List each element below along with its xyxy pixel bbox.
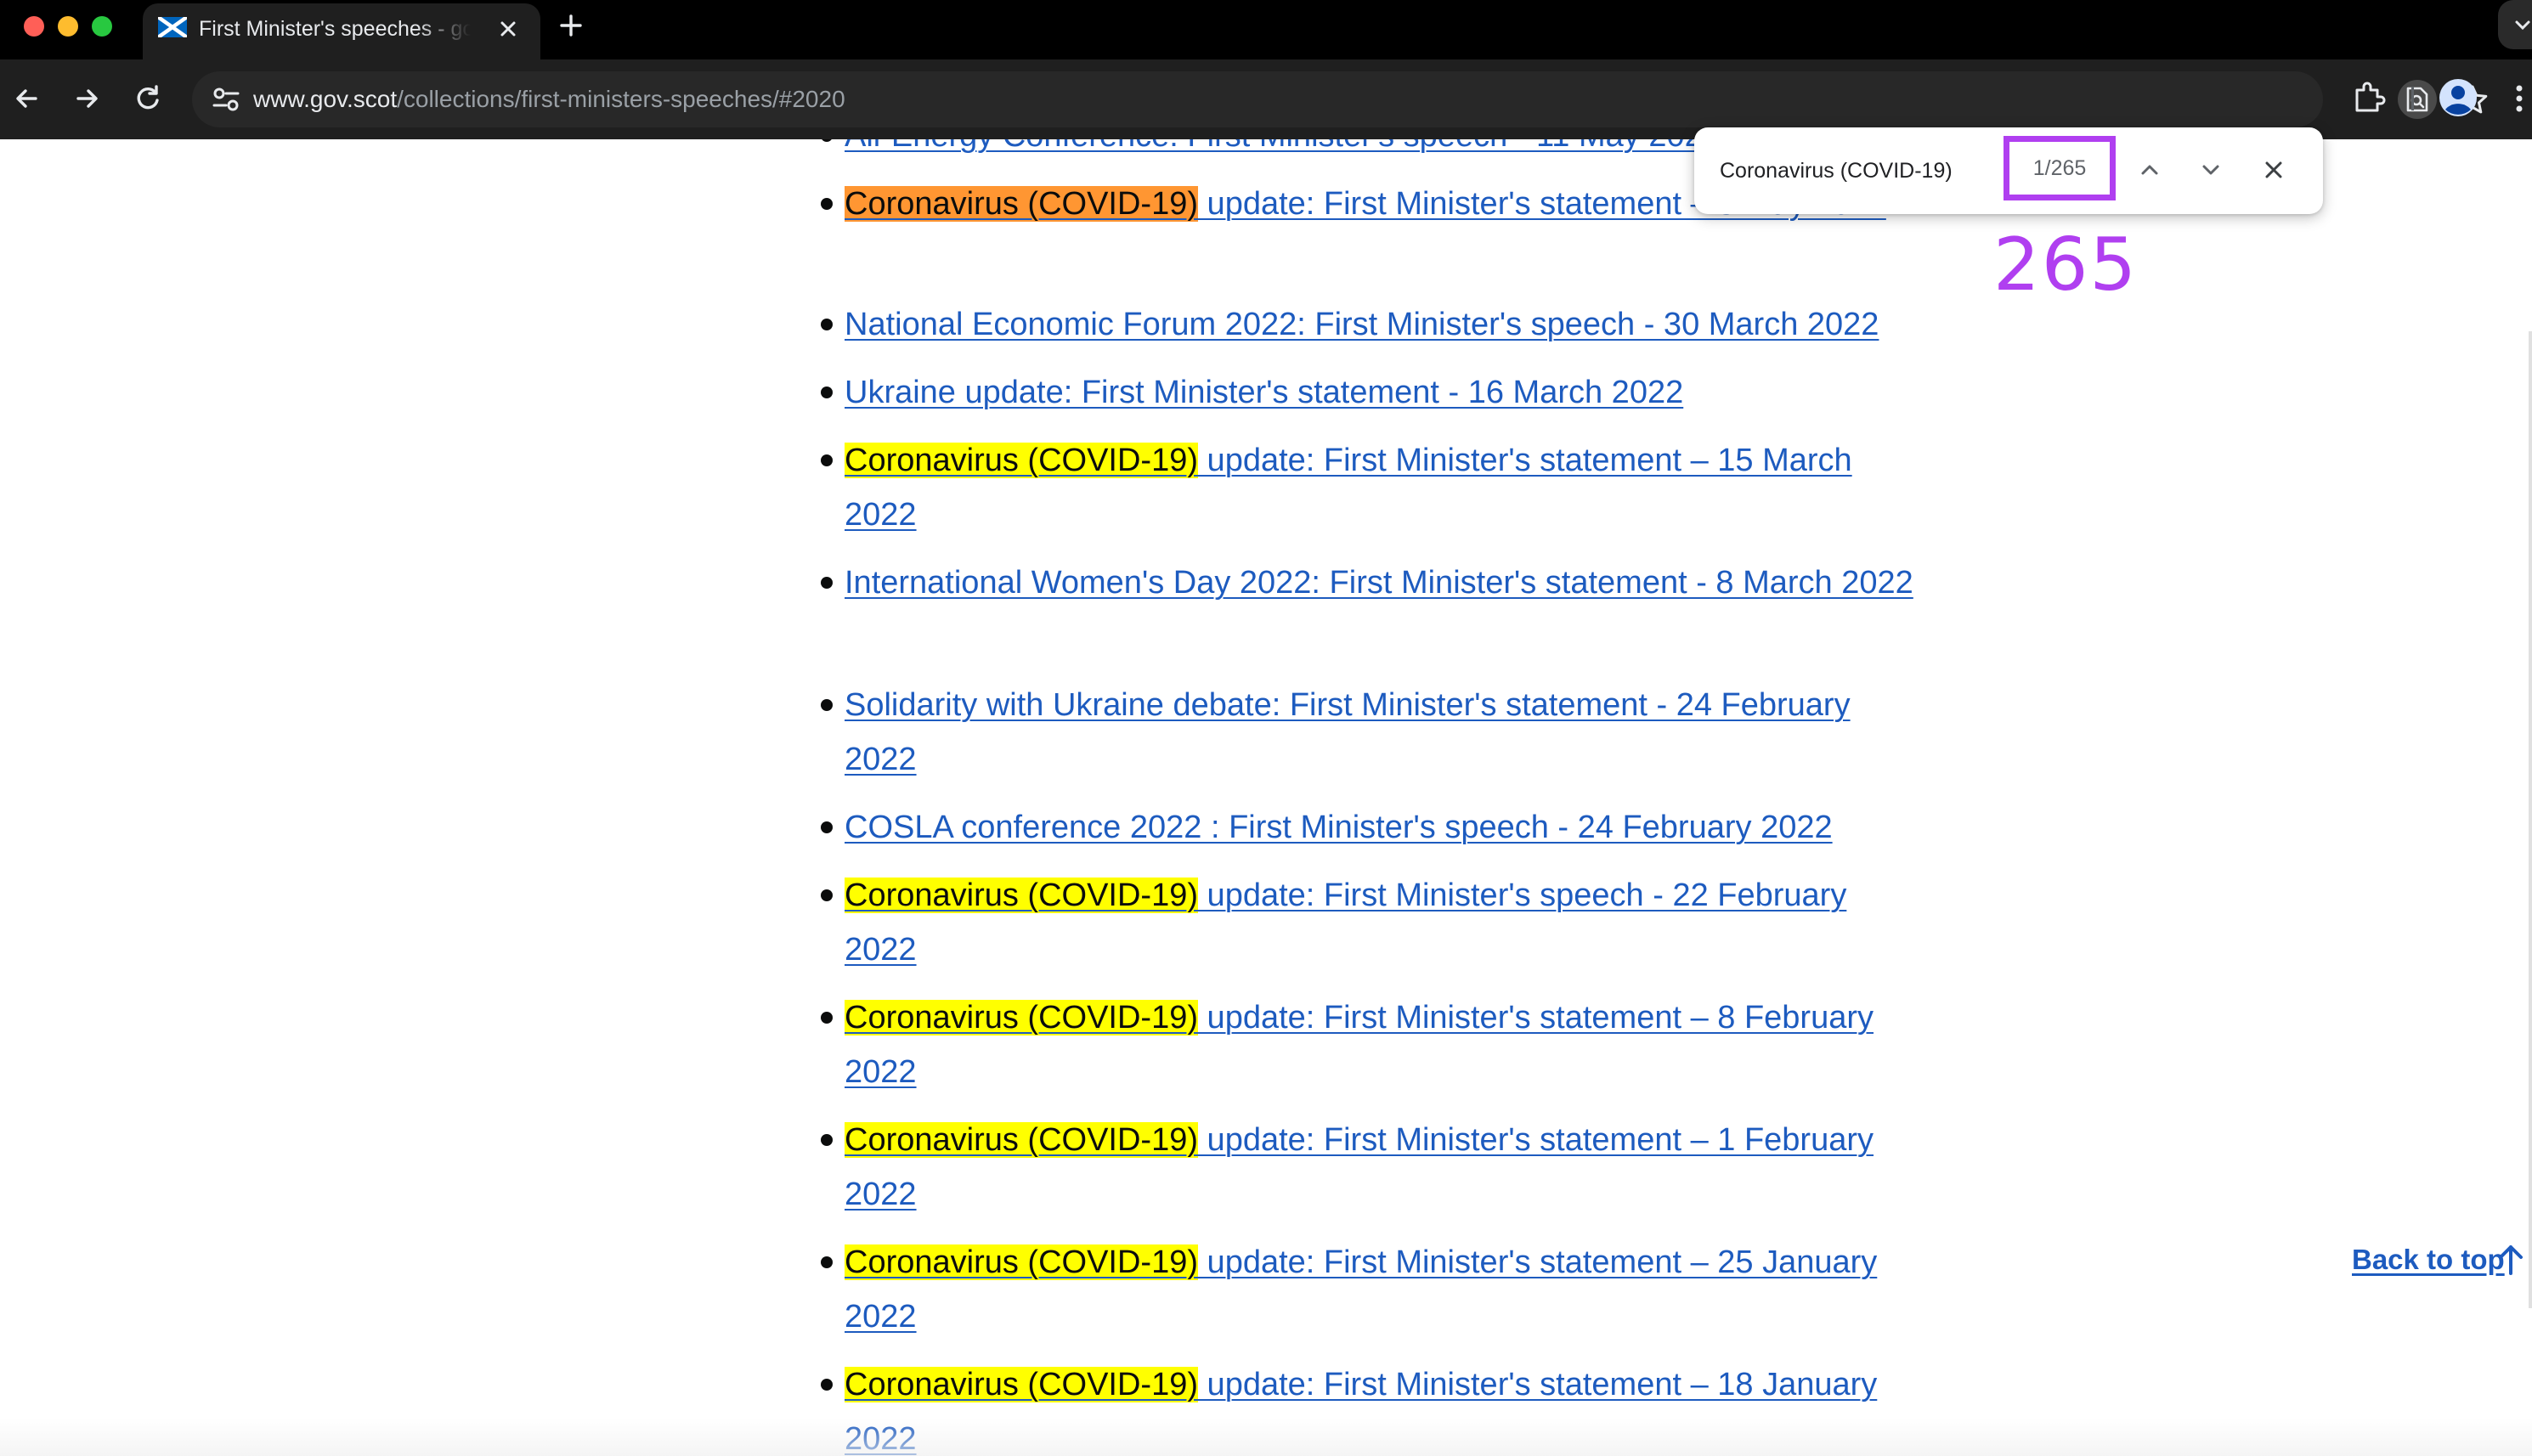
url-host: www.gov.scot: [253, 86, 398, 112]
speech-link[interactable]: International Women's Day 2022: First Mi…: [845, 565, 1913, 601]
web-page-content: All-Energy Conference: First Minister's …: [0, 139, 2532, 1456]
list-bullet: [821, 699, 833, 711]
speech-link[interactable]: National Economic Forum 2022: First Mini…: [845, 307, 1879, 342]
window-minimize-button[interactable]: [58, 16, 78, 37]
list-bullet: [821, 387, 833, 398]
list-bullet: [821, 454, 833, 466]
extensions-icon[interactable]: [2350, 78, 2388, 116]
speech-link[interactable]: Coronavirus (COVID-19) update: First Min…: [845, 878, 1846, 968]
find-match-count-annotation-box: 1/265: [2004, 136, 2116, 200]
speech-link[interactable]: Coronavirus (COVID-19) update: First Min…: [845, 1244, 1877, 1335]
list-bullet: [821, 1012, 833, 1024]
new-tab-icon[interactable]: [556, 10, 586, 41]
browser-tab-active[interactable]: First Minister's speeches - gov.scot: [143, 3, 540, 59]
toolbar-divider: [2411, 87, 2414, 110]
list-item: Coronavirus (COVID-19) update: First Min…: [821, 433, 1924, 542]
speech-link[interactable]: Ukraine update: First Minister's stateme…: [845, 375, 1683, 410]
back-icon[interactable]: [8, 80, 46, 117]
list-item: COSLA conference 2022 : First Minister's…: [821, 800, 1924, 855]
list-item: Coronavirus (COVID-19) update: First Min…: [821, 990, 1924, 1099]
list-bullet: [821, 198, 833, 210]
site-info-icon[interactable]: [211, 86, 241, 113]
tab-search-button[interactable]: [2498, 0, 2532, 49]
list-bullet: [821, 889, 833, 901]
list-bullet: [821, 1134, 833, 1146]
find-in-page-button[interactable]: [2398, 80, 2437, 119]
chevron-down-icon[interactable]: [2196, 155, 2226, 185]
more-menu-icon[interactable]: [2507, 80, 2532, 117]
list-bullet: [821, 1256, 833, 1268]
address-url: www.gov.scot/collections/first-ministers…: [253, 84, 845, 115]
list-bullet: [821, 139, 833, 142]
list-bullet: [821, 319, 833, 330]
list-item: National Economic Forum 2022: First Mini…: [821, 297, 1924, 352]
bottom-fade: [0, 1418, 2532, 1456]
scrollbar-track[interactable]: [2529, 331, 2532, 1308]
list-item: International Women's Day 2022: First Mi…: [821, 556, 1924, 610]
address-bar[interactable]: www.gov.scot/collections/first-ministers…: [192, 71, 2488, 127]
speech-link-text: Solidarity with Ukraine debate: First Mi…: [845, 687, 1851, 777]
forward-icon[interactable]: [68, 80, 105, 117]
find-match-count: 1/265: [2032, 156, 2087, 180]
match-highlight: Coronavirus (COVID-19): [845, 1244, 1198, 1280]
profile-avatar-icon[interactable]: [2439, 78, 2478, 117]
list-item: Coronavirus (COVID-19) update: First Min…: [821, 1235, 1924, 1344]
match-highlight: Coronavirus (COVID-19): [845, 1000, 1198, 1036]
match-highlight: Coronavirus (COVID-19): [845, 1367, 1198, 1402]
speech-link[interactable]: Coronavirus (COVID-19) update: First Min…: [845, 443, 1852, 533]
find-in-page-bar: Coronavirus (COVID-19) 1/265: [1694, 127, 2323, 214]
tab-title: First Minister's speeches - gov.scot: [199, 17, 471, 41]
speech-link-text: All-Energy Conference: First Minister's …: [845, 139, 1721, 154]
list-item: Solidarity with Ukraine debate: First Mi…: [821, 678, 1924, 787]
speech-link-text: National Economic Forum 2022: First Mini…: [845, 307, 1879, 342]
tab-close-icon[interactable]: [495, 15, 522, 42]
speeches-list: All-Energy Conference: First Minister's …: [0, 139, 2532, 1456]
handwritten-count-annotation: 265: [1993, 223, 2139, 308]
speech-link[interactable]: Coronavirus (COVID-19) update: First Min…: [845, 1122, 1874, 1212]
speech-link[interactable]: Solidarity with Ukraine debate: First Mi…: [845, 687, 1851, 777]
url-path: /collections/first-ministers-speeches/#2…: [397, 86, 845, 112]
match-highlight: Coronavirus (COVID-19): [845, 878, 1198, 913]
match-highlight: Coronavirus (COVID-19): [845, 443, 1198, 478]
window-close-button[interactable]: [24, 16, 44, 37]
back-to-top-link[interactable]: Back to top: [2352, 1243, 2505, 1277]
list-bullet: [821, 1379, 833, 1391]
saltire-flag-icon: [158, 17, 187, 37]
find-in-page-icon: [2406, 87, 2428, 112]
arrow-up-icon[interactable]: [2496, 1243, 2525, 1275]
close-icon[interactable]: [2258, 155, 2289, 185]
chevron-up-icon[interactable]: [2134, 155, 2165, 185]
list-item: Coronavirus (COVID-19) update: First Min…: [821, 1113, 1924, 1222]
browser-tab-strip: First Minister's speeches - gov.scot: [0, 0, 2532, 59]
speech-link[interactable]: Coronavirus (COVID-19) update: First Min…: [845, 1000, 1874, 1090]
match-highlight: Coronavirus (COVID-19): [845, 1122, 1198, 1158]
list-item: Ukraine update: First Minister's stateme…: [821, 365, 1924, 420]
speech-link-text: COSLA conference 2022 : First Minister's…: [845, 810, 1833, 845]
speech-link[interactable]: All-Energy Conference: First Minister's …: [845, 139, 1721, 154]
find-query-input[interactable]: Coronavirus (COVID-19): [1720, 155, 1953, 187]
window-zoom-button[interactable]: [92, 16, 112, 37]
list-bullet: [821, 821, 833, 833]
list-bullet: [821, 577, 833, 589]
speech-link-text: Ukraine update: First Minister's stateme…: [845, 375, 1684, 410]
speech-link-text: International Women's Day 2022: First Mi…: [845, 565, 1913, 601]
list-item: Coronavirus (COVID-19) update: First Min…: [821, 868, 1924, 977]
speech-link[interactable]: COSLA conference 2022 : First Minister's…: [845, 810, 1833, 845]
active-match-highlight: Coronavirus (COVID-19): [845, 186, 1198, 222]
reload-icon[interactable]: [129, 80, 167, 117]
chevron-down-icon: [2515, 20, 2530, 31]
